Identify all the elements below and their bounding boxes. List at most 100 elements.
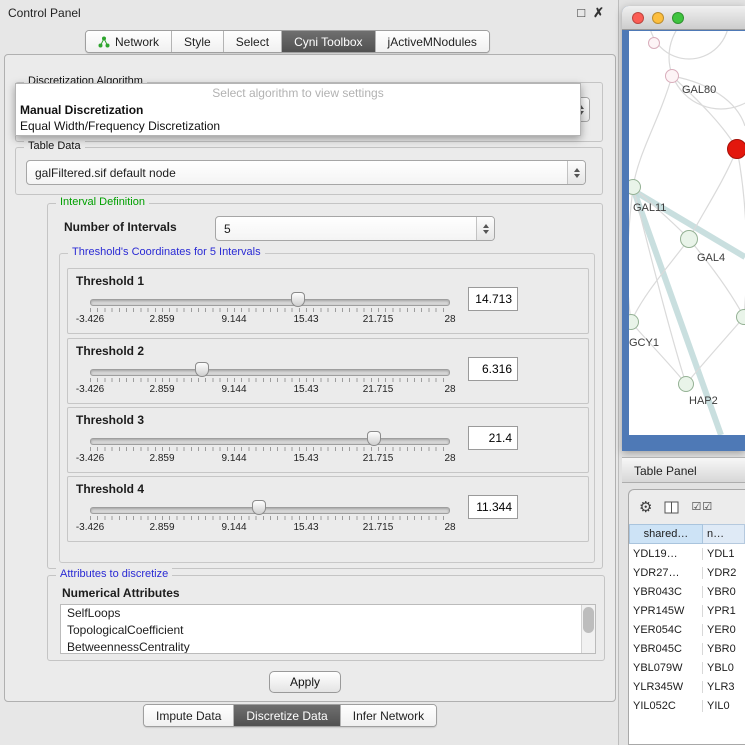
table-row[interactable]: YBR045CYBR0 [629, 639, 745, 658]
tab-cyni-toolbox[interactable]: Cyni Toolbox [281, 31, 374, 52]
threshold-1-panel: Threshold 1 -3.426 2.859 9.144 15.43 21.… [67, 268, 589, 334]
scale-label: 21.715 [363, 522, 394, 533]
list-item[interactable]: BetweennessCentrality [61, 639, 595, 654]
scale-label: 2.859 [149, 384, 174, 395]
table-row[interactable]: YPR145WYPR1 [629, 601, 745, 620]
close-traffic-light-icon[interactable] [632, 12, 644, 24]
tab-infer-network[interactable]: Infer Network [340, 705, 436, 726]
table-row[interactable]: YBR043CYBR0 [629, 582, 745, 601]
tab-label: Select [236, 35, 269, 49]
column-header-shared-name[interactable]: shared… [629, 524, 703, 544]
gear-icon[interactable]: ⚙ [639, 500, 652, 515]
close-icon[interactable]: ✗ [593, 5, 604, 21]
threshold-2-slider[interactable]: -3.426 2.859 9.144 15.43 21.715 28 [90, 363, 450, 401]
slider-track [90, 369, 450, 376]
scale-label: 15.43 [293, 384, 318, 395]
scale-label: 9.144 [221, 384, 246, 395]
tab-select[interactable]: Select [223, 31, 281, 52]
threshold-3-value-field[interactable] [468, 426, 518, 450]
tab-impute-data[interactable]: Impute Data [144, 705, 233, 726]
threshold-4-value-field[interactable] [468, 495, 518, 519]
table-row[interactable]: YDL19…YDL1 [629, 544, 745, 563]
tab-jactivemnodules[interactable]: jActiveMNodules [375, 31, 489, 52]
list-item[interactable]: SelfLoops [61, 605, 595, 622]
slider-scale: -3.426 2.859 9.144 15.43 21.715 28 [90, 453, 450, 465]
table-row[interactable]: YBL079WYBL0 [629, 658, 745, 677]
network-canvas[interactable]: GAL80 GAL11 GAL4 GCY1 HAP2 [629, 31, 745, 435]
threshold-4-slider[interactable]: -3.426 2.859 9.144 15.43 21.715 28 [90, 501, 450, 539]
list-scrollbar[interactable] [581, 605, 595, 653]
network-view-window: GAL80 GAL11 GAL4 GCY1 HAP2 [622, 6, 745, 451]
scale-label: -3.426 [76, 314, 104, 325]
tab-label: jActiveMNodules [388, 35, 477, 49]
tab-label: Style [184, 35, 211, 49]
tab-network[interactable]: Network [86, 31, 171, 52]
bottom-tab-bar: Impute Data Discretize Data Infer Networ… [143, 704, 437, 727]
network-node-selected[interactable] [727, 139, 745, 159]
scale-label: 28 [444, 384, 455, 395]
threshold-label: Threshold 1 [76, 274, 144, 288]
scale-label: 2.859 [149, 522, 174, 533]
table-panel-body: ⚙ ☑☑ shared… n… YDL19…YDL1 YDR27…YDR2 YB… [628, 489, 745, 745]
numerical-attributes-list[interactable]: SelfLoops TopologicalCoefficient Between… [60, 604, 596, 654]
tab-style[interactable]: Style [171, 31, 223, 52]
column-header-name[interactable]: n… [703, 524, 745, 544]
apply-button[interactable]: Apply [269, 671, 341, 693]
table-row[interactable]: YIL052CYIL0 [629, 696, 745, 715]
network-node-hap2[interactable] [678, 376, 694, 392]
dropdown-option-equal-width-frequency[interactable]: Equal Width/Frequency Discretization [16, 118, 580, 134]
control-panel-window: Control Panel □ ✗ Network Style Select C… [0, 0, 619, 745]
scale-label: 28 [444, 314, 455, 325]
slider-scale: -3.426 2.859 9.144 15.43 21.715 28 [90, 314, 450, 326]
scale-label: 21.715 [363, 384, 394, 395]
combo-stepper-icon [476, 217, 494, 240]
scrollbar-thumb[interactable] [583, 607, 594, 633]
threshold-1-slider[interactable]: -3.426 2.859 9.144 15.43 21.715 28 [90, 293, 450, 331]
scale-label: 2.859 [149, 314, 174, 325]
slider-thumb[interactable] [195, 362, 209, 377]
network-window-titlebar [622, 6, 745, 30]
zoom-traffic-light-icon[interactable] [672, 12, 684, 24]
columns-icon[interactable] [664, 501, 679, 514]
slider-ticks [90, 308, 450, 312]
table-row[interactable]: YER054CYER0 [629, 620, 745, 639]
thresholds-coordinates-group: Threshold's Coordinates for 5 Intervals … [59, 253, 595, 563]
network-node-gal80[interactable] [665, 69, 679, 83]
table-panel-header: Table Panel [622, 457, 745, 483]
table-row[interactable]: YDR27…YDR2 [629, 563, 745, 582]
slider-thumb[interactable] [252, 500, 266, 515]
threshold-1-value-field[interactable] [468, 287, 518, 311]
network-node-gal4[interactable] [680, 230, 698, 248]
tab-label: Impute Data [156, 709, 221, 723]
node-label: GAL11 [633, 202, 666, 214]
slider-ticks [90, 516, 450, 520]
slider-scale: -3.426 2.859 9.144 15.43 21.715 28 [90, 522, 450, 534]
scale-label: 21.715 [363, 314, 394, 325]
list-item[interactable]: TopologicalCoefficient [61, 622, 595, 639]
slider-thumb[interactable] [367, 431, 381, 446]
table-data-combo[interactable]: galFiltered.sif default node [26, 160, 586, 185]
float-window-icon[interactable]: □ [577, 5, 585, 21]
slider-ticks [90, 378, 450, 382]
threshold-2-value-field[interactable] [468, 357, 518, 381]
num-intervals-combo[interactable]: 5 [215, 216, 495, 241]
tab-label: Discretize Data [246, 709, 327, 723]
table-header-row: shared… n… [629, 524, 745, 544]
slider-track [90, 299, 450, 306]
table-panel-title: Table Panel [634, 464, 697, 478]
slider-thumb[interactable] [291, 292, 305, 307]
group-title: Attributes to discretize [56, 568, 172, 580]
threshold-3-slider[interactable]: -3.426 2.859 9.144 15.43 21.715 28 [90, 432, 450, 470]
network-node[interactable] [736, 309, 745, 325]
network-node[interactable] [648, 37, 660, 49]
numerical-attributes-label: Numerical Attributes [62, 586, 180, 600]
threshold-4-panel: Threshold 4 -3.426 2.859 9.144 15.43 21.… [67, 476, 589, 542]
tab-discretize-data[interactable]: Discretize Data [233, 705, 339, 726]
dropdown-option-manual-discretization[interactable]: Manual Discretization [16, 102, 580, 118]
minimize-traffic-light-icon[interactable] [652, 12, 664, 24]
scale-label: 9.144 [221, 522, 246, 533]
node-label: HAP2 [689, 395, 718, 407]
table-row[interactable]: YLR345WYLR3 [629, 677, 745, 696]
select-columns-icon[interactable]: ☑☑ [691, 500, 713, 515]
window-title: Control Panel [8, 6, 81, 20]
